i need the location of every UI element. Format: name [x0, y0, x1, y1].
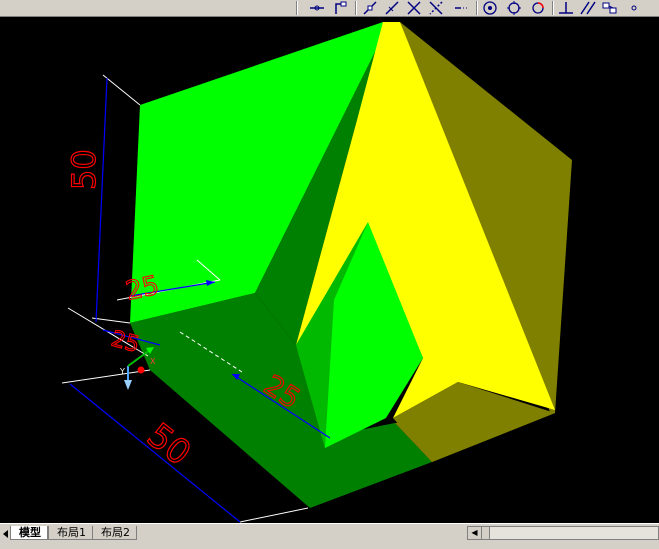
snap-apparent-intersection-icon[interactable] — [426, 0, 446, 16]
drawing-canvas[interactable]: X Y 50 25 25 25 50 — [0, 17, 659, 523]
snap-node-icon[interactable] — [307, 0, 327, 16]
extension-line — [102, 74, 141, 106]
extension-line — [239, 507, 309, 523]
layout-tab-bar: 模型 布局1 布局2 ◀ — [0, 523, 659, 549]
snap-nearest-icon[interactable] — [382, 0, 402, 16]
toolbar-separator — [296, 1, 298, 15]
snap-perpendicular2-icon[interactable] — [556, 0, 576, 16]
dimension-text-bottom-group: 50 — [139, 415, 199, 474]
ucs-y-label: Y — [119, 367, 125, 376]
vertical-dimension-line — [95, 77, 108, 323]
toolbar-separator — [476, 1, 478, 15]
horizontal-scrollbar[interactable]: ◀ — [467, 526, 659, 540]
ucs-x-label: X — [150, 357, 156, 366]
toolbar-separator — [355, 1, 357, 15]
ucs-z-arrow — [124, 380, 132, 390]
scroll-left-arrow-icon[interactable]: ◀ — [468, 527, 482, 539]
snap-perpendicular-icon[interactable] — [331, 0, 351, 16]
snap-none-icon[interactable] — [624, 0, 644, 16]
snap-parallel-icon[interactable] — [578, 0, 598, 16]
dimension-text-bottom: 50 — [139, 416, 198, 474]
tab-nav-arrows[interactable] — [0, 526, 10, 540]
snap-tangent-icon[interactable] — [360, 0, 380, 16]
model-space-drawing: X Y 50 25 25 25 50 — [61, 22, 572, 523]
dimension-text-vertical-group: 50 — [64, 149, 103, 191]
snap-block-icon[interactable] — [600, 0, 620, 16]
extension-line — [61, 369, 151, 384]
snap-center-icon[interactable] — [480, 0, 500, 16]
tab-layout1[interactable]: 布局1 — [48, 526, 93, 540]
ucs-origin-marker — [137, 366, 145, 374]
status-area — [0, 541, 659, 549]
snap-quadrant-icon[interactable] — [504, 0, 524, 16]
extension-line — [91, 317, 131, 324]
snap-extension-icon[interactable] — [452, 0, 472, 16]
tab-layout2[interactable]: 布局2 — [92, 526, 137, 540]
snap-insert-icon[interactable] — [528, 0, 548, 16]
snap-intersection-icon[interactable] — [404, 0, 424, 16]
cad-window: X Y 50 25 25 25 50 模型 布局1 布局2 ◀ — [0, 0, 659, 549]
object-snap-toolbar — [0, 0, 659, 17]
scroll-thumb[interactable] — [482, 527, 490, 539]
dimension-text-vertical: 50 — [65, 149, 103, 190]
toolbar-separator — [552, 1, 554, 15]
tab-model[interactable]: 模型 — [10, 526, 48, 540]
toolbar-blank-area — [0, 0, 293, 16]
